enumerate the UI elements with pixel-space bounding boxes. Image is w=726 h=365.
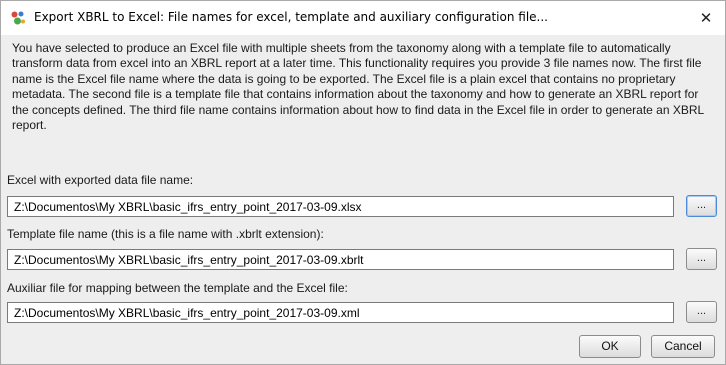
- cancel-button[interactable]: Cancel: [651, 335, 715, 358]
- app-logo-icon: [10, 10, 26, 26]
- export-dialog: Export XBRL to Excel: File names for exc…: [0, 0, 726, 365]
- window-title: Export XBRL to Excel: File names for exc…: [34, 10, 548, 24]
- description-text: You have selected to produce an Excel fi…: [12, 41, 704, 133]
- excel-file-label: Excel with exported data file name:: [7, 173, 194, 187]
- excel-file-input[interactable]: Z:\Documentos\My XBRL\basic_ifrs_entry_p…: [7, 196, 674, 217]
- excel-browse-button[interactable]: ...: [686, 195, 717, 217]
- auxiliar-browse-button[interactable]: ...: [686, 301, 717, 323]
- ok-button[interactable]: OK: [579, 335, 641, 358]
- title-bar: Export XBRL to Excel: File names for exc…: [1, 1, 725, 35]
- template-browse-button[interactable]: ...: [686, 248, 717, 270]
- template-file-input[interactable]: Z:\Documentos\My XBRL\basic_ifrs_entry_p…: [7, 249, 674, 270]
- close-icon[interactable]: ✕: [693, 5, 719, 31]
- auxiliar-file-input[interactable]: Z:\Documentos\My XBRL\basic_ifrs_entry_p…: [7, 302, 674, 323]
- template-file-label: Template file name (this is a file name …: [7, 227, 324, 241]
- auxiliar-file-label: Auxiliar file for mapping between the te…: [7, 281, 348, 295]
